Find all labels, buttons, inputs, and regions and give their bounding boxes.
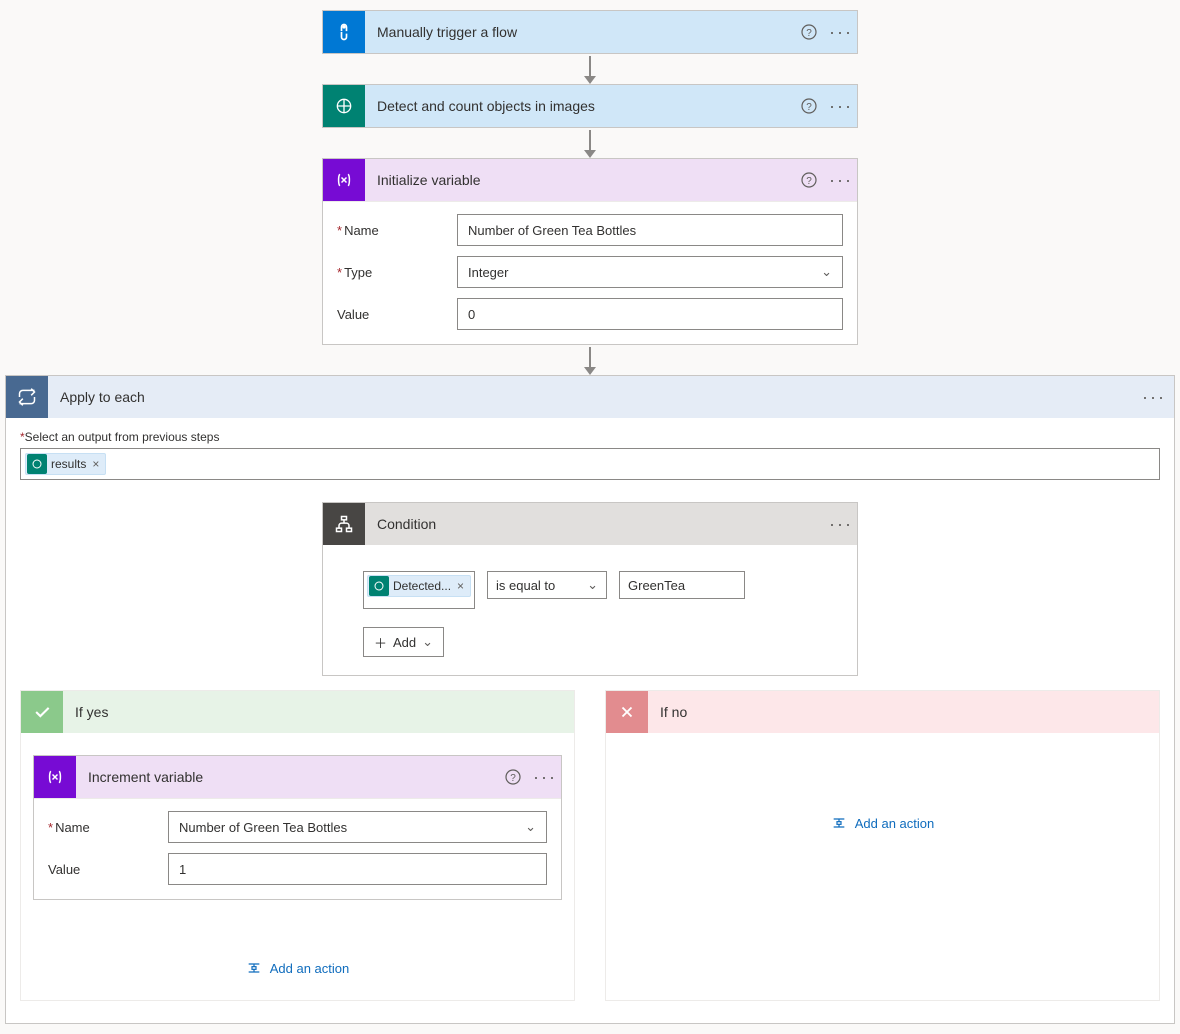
add-action-button[interactable]: Add an action (831, 815, 935, 831)
step-title: Detect and count objects in images (365, 98, 793, 114)
close-icon (606, 691, 648, 733)
help-icon[interactable]: ? (793, 98, 825, 114)
insert-icon (831, 815, 847, 831)
step-title: Manually trigger a flow (365, 24, 793, 40)
help-icon[interactable]: ? (497, 769, 529, 785)
add-condition-button[interactable]: ＋ Add ⌄ (363, 627, 444, 657)
ai-builder-icon (323, 85, 365, 127)
select-output-input[interactable]: results × (20, 448, 1160, 480)
value-label: Value (337, 307, 457, 322)
branch-title: If no (648, 704, 687, 720)
step-title: Increment variable (76, 769, 497, 785)
more-icon[interactable]: ··· (1134, 387, 1174, 408)
condition-right-input[interactable]: GreenTea (619, 571, 745, 599)
step-title: Apply to each (48, 389, 1134, 405)
connector-arrow (589, 347, 591, 373)
svg-text:?: ? (806, 102, 812, 113)
more-icon[interactable]: ··· (825, 96, 857, 117)
condition-icon (323, 503, 365, 545)
name-label: *Name (48, 820, 168, 835)
insert-icon (246, 960, 262, 976)
more-icon[interactable]: ··· (825, 514, 857, 535)
token-detected[interactable]: Detected... × (367, 575, 471, 597)
svg-text:?: ? (510, 773, 516, 784)
condition-operator-select[interactable]: is equal to ⌄ (487, 571, 607, 599)
token-label: Detected... (393, 579, 451, 593)
branch-if-yes: If yes Increment variable (20, 690, 575, 1001)
svg-text:?: ? (806, 176, 812, 187)
variable-icon (34, 756, 76, 798)
value-label: Value (48, 862, 168, 877)
connector-arrow (589, 130, 591, 156)
step-initialize-variable[interactable]: Initialize variable ? ··· *Name *Type In… (322, 158, 858, 345)
connector-arrow (589, 56, 591, 82)
variable-icon (323, 159, 365, 201)
step-apply-to-each[interactable]: Apply to each ··· *Select an output from… (5, 375, 1175, 1024)
svg-text:?: ? (806, 28, 812, 39)
help-icon[interactable]: ? (793, 172, 825, 188)
remove-token-icon[interactable]: × (86, 457, 105, 471)
step-trigger[interactable]: Manually trigger a flow ? ··· (322, 10, 858, 54)
step-condition[interactable]: Condition ··· Detected... (322, 502, 858, 676)
step-title: Condition (365, 516, 825, 532)
more-icon[interactable]: ··· (825, 170, 857, 191)
type-select[interactable]: Integer ⌄ (457, 256, 843, 288)
help-icon[interactable]: ? (793, 24, 825, 40)
loop-icon (6, 376, 48, 418)
chevron-down-icon: ⌄ (422, 634, 433, 650)
more-icon[interactable]: ··· (825, 22, 857, 43)
more-icon[interactable]: ··· (529, 767, 561, 788)
chevron-down-icon: ⌄ (525, 819, 536, 835)
value-input[interactable] (457, 298, 843, 330)
value-input[interactable] (168, 853, 547, 885)
token-label: results (51, 457, 86, 471)
type-label: *Type (337, 265, 457, 280)
condition-left-input[interactable]: Detected... × (363, 571, 475, 609)
token-results[interactable]: results × (25, 453, 106, 475)
step-detect[interactable]: Detect and count objects in images ? ··· (322, 84, 858, 128)
remove-token-icon[interactable]: × (451, 579, 470, 593)
plus-icon: ＋ (374, 633, 387, 652)
touch-icon (323, 11, 365, 53)
chevron-down-icon: ⌄ (587, 577, 598, 593)
name-label: *Name (337, 223, 457, 238)
branch-if-no: If no Add an action (605, 690, 1160, 1001)
name-input[interactable] (457, 214, 843, 246)
check-icon (21, 691, 63, 733)
name-select[interactable]: Number of Green Tea Bottles ⌄ (168, 811, 547, 843)
add-action-button[interactable]: Add an action (246, 960, 350, 976)
chevron-down-icon: ⌄ (821, 264, 832, 280)
step-title: Initialize variable (365, 172, 793, 188)
ai-builder-icon (369, 576, 389, 596)
select-output-label: *Select an output from previous steps (20, 430, 1160, 444)
branch-title: If yes (63, 704, 108, 720)
ai-builder-icon (27, 454, 47, 474)
step-increment-variable[interactable]: Increment variable ? ··· *Name (33, 755, 562, 900)
